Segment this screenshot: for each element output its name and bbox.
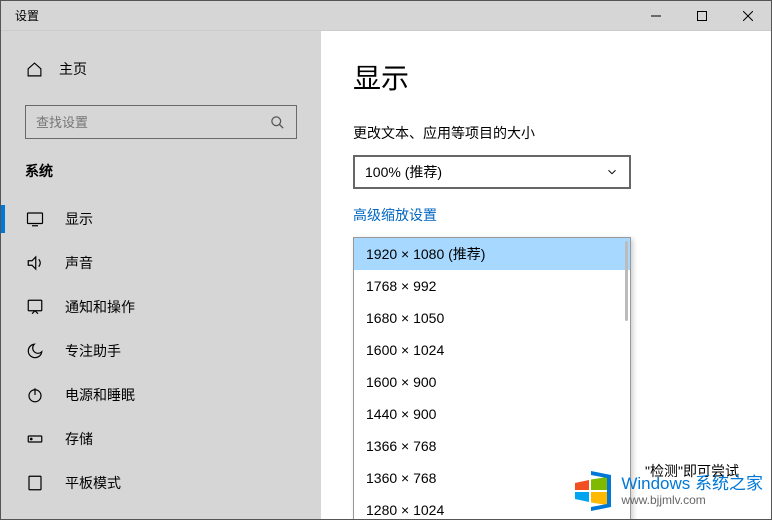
nav-label: 显示 [65,209,93,229]
window-controls [633,1,771,31]
resolution-option[interactable]: 1680 × 1050 [354,302,630,334]
storage-icon [25,429,45,449]
notifications-icon [25,297,45,317]
watermark-brand: Windows 系统之家 [621,474,763,494]
minimize-button[interactable] [633,1,679,31]
home-nav[interactable]: 主页 [1,51,321,87]
main-panel: 显示 更改文本、应用等项目的大小 100% (推荐) 高级缩放设置 1920 ×… [321,31,771,519]
titlebar: 设置 [1,1,771,31]
watermark-logo-icon [569,469,613,513]
tablet-icon [25,473,45,493]
window-title: 设置 [1,7,39,24]
nav-item-storage[interactable]: 存储 [1,417,321,461]
search-input[interactable] [36,115,268,130]
nav-item-power[interactable]: 电源和睡眠 [1,373,321,417]
focus-icon [25,341,45,361]
resolution-option[interactable]: 1920 × 1080 (推荐) [354,238,630,270]
scale-dropdown[interactable]: 100% (推荐) [353,155,631,189]
resolution-option[interactable]: 1440 × 900 [354,398,630,430]
nav-label: 专注助手 [65,341,121,361]
advanced-scale-link[interactable]: 高级缩放设置 [353,205,739,225]
nav-label: 声音 [65,253,93,273]
section-title: 系统 [1,139,321,191]
resolution-option[interactable]: 1768 × 992 [354,270,630,302]
dropdown-scrollbar[interactable] [625,241,628,321]
watermark: Windows 系统之家 www.bjjmlv.com [569,469,763,513]
nav-label: 存储 [65,429,93,449]
watermark-url: www.bjjmlv.com [621,494,763,508]
maximize-icon [697,11,707,21]
home-label: 主页 [59,59,87,79]
power-icon [25,385,45,405]
nav-label: 电源和睡眠 [65,385,135,405]
display-icon [25,209,45,229]
scale-label: 更改文本、应用等项目的大小 [353,123,739,143]
chevron-down-icon [605,165,619,179]
resolution-option[interactable]: 1600 × 1024 [354,334,630,366]
nav-item-sound[interactable]: 声音 [1,241,321,285]
maximize-button[interactable] [679,1,725,31]
nav-item-focus[interactable]: 专注助手 [1,329,321,373]
sound-icon [25,253,45,273]
search-icon [268,113,286,131]
nav-item-notifications[interactable]: 通知和操作 [1,285,321,329]
home-icon [25,60,43,78]
nav-item-display[interactable]: 显示 [1,197,321,241]
page-title: 显示 [353,57,739,97]
search-box[interactable] [25,105,297,139]
resolution-option[interactable]: 1366 × 768 [354,430,630,462]
resolution-option[interactable]: 1600 × 900 [354,366,630,398]
close-button[interactable] [725,1,771,31]
nav-label: 平板模式 [65,473,121,493]
scale-value: 100% (推荐) [365,162,442,182]
sidebar: 主页 系统 显示 声音 [1,31,321,519]
close-icon [743,11,753,21]
nav-list: 显示 声音 通知和操作 专注助手 [1,197,321,505]
nav-label: 通知和操作 [65,297,135,317]
nav-item-tablet[interactable]: 平板模式 [1,461,321,505]
minimize-icon [651,11,661,21]
